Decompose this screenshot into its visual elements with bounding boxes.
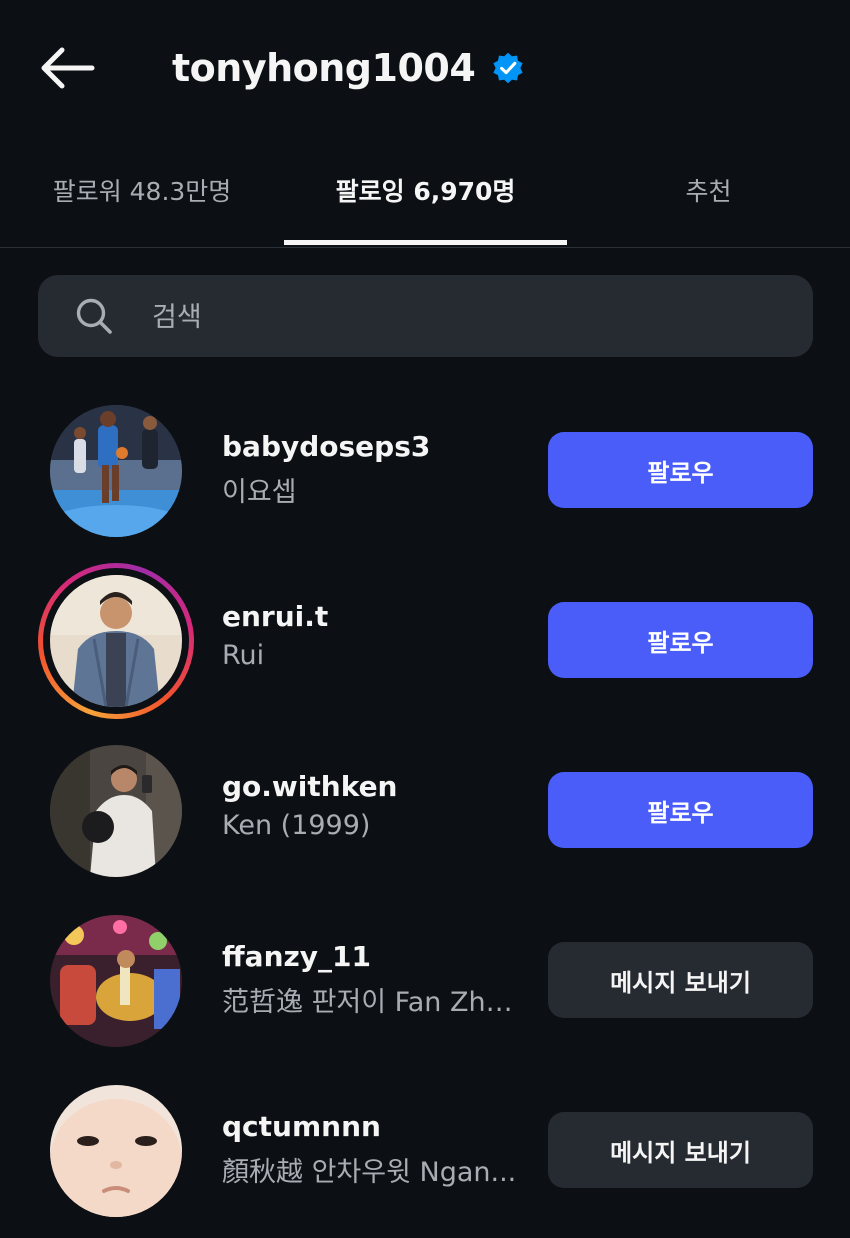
- back-button[interactable]: [36, 44, 96, 92]
- search-input[interactable]: [150, 290, 794, 344]
- baby-face-photo: [50, 1085, 182, 1217]
- tab-followers[interactable]: 팔로워 48.3만명: [0, 135, 284, 245]
- follow-button[interactable]: 팔로우: [548, 772, 813, 848]
- tab-following[interactable]: 팔로잉 6,970명: [284, 135, 567, 245]
- avatar[interactable]: [50, 575, 182, 707]
- avatar[interactable]: [50, 745, 182, 877]
- account-username[interactable]: enrui.t: [222, 600, 328, 633]
- account-username[interactable]: ffanzy_11: [222, 940, 371, 973]
- person-photo: [50, 575, 182, 707]
- verified-badge-icon: [493, 52, 523, 84]
- account-full-name: 이요셉: [222, 477, 297, 508]
- account-username[interactable]: qctumnnn: [222, 1110, 381, 1143]
- list-item[interactable]: babydoseps3 이요셉 팔로우: [0, 380, 850, 550]
- account-username[interactable]: go.withken: [222, 770, 398, 803]
- account-full-name: Ken (1999): [222, 810, 371, 841]
- message-button[interactable]: 메시지 보내기: [548, 1112, 813, 1188]
- active-tab-indicator: [284, 240, 567, 245]
- profile-username-title: tonyhong1004: [172, 46, 476, 90]
- account-username[interactable]: babydoseps3: [222, 430, 430, 463]
- account-full-name: 顏秋越 안차우윗 Ngan...: [222, 1157, 517, 1188]
- top-app-bar: tonyhong1004: [0, 0, 850, 135]
- title-group: tonyhong1004: [172, 40, 525, 96]
- arrow-left-icon: [41, 47, 95, 89]
- mirror-selfie-photo: [50, 745, 182, 877]
- avatar[interactable]: [50, 405, 182, 537]
- follow-button[interactable]: 팔로우: [548, 602, 813, 678]
- list-item[interactable]: go.withken Ken (1999) 팔로우: [0, 720, 850, 890]
- tab-suggested[interactable]: 추천: [567, 135, 850, 245]
- list-item[interactable]: qctumnnn 顏秋越 안차우윗 Ngan... 메시지 보내기: [0, 1060, 850, 1230]
- avatar[interactable]: [50, 915, 182, 1047]
- message-button[interactable]: 메시지 보내기: [548, 942, 813, 1018]
- account-full-name: 范哲逸 판저이 Fan Zhe...: [222, 987, 522, 1018]
- follow-button[interactable]: 팔로우: [548, 432, 813, 508]
- avatar[interactable]: [50, 1085, 182, 1217]
- follow-tabs: 팔로워 48.3만명 팔로잉 6,970명 추천: [0, 135, 850, 248]
- list-item[interactable]: ffanzy_11 范哲逸 판저이 Fan Zhe... 메시지 보내기: [0, 890, 850, 1060]
- carousel-photo: [50, 915, 182, 1047]
- basketball-photo: [50, 405, 182, 537]
- search-icon: [76, 298, 112, 334]
- list-item[interactable]: enrui.t Rui 팔로우: [0, 550, 850, 720]
- account-full-name: Rui: [222, 640, 265, 671]
